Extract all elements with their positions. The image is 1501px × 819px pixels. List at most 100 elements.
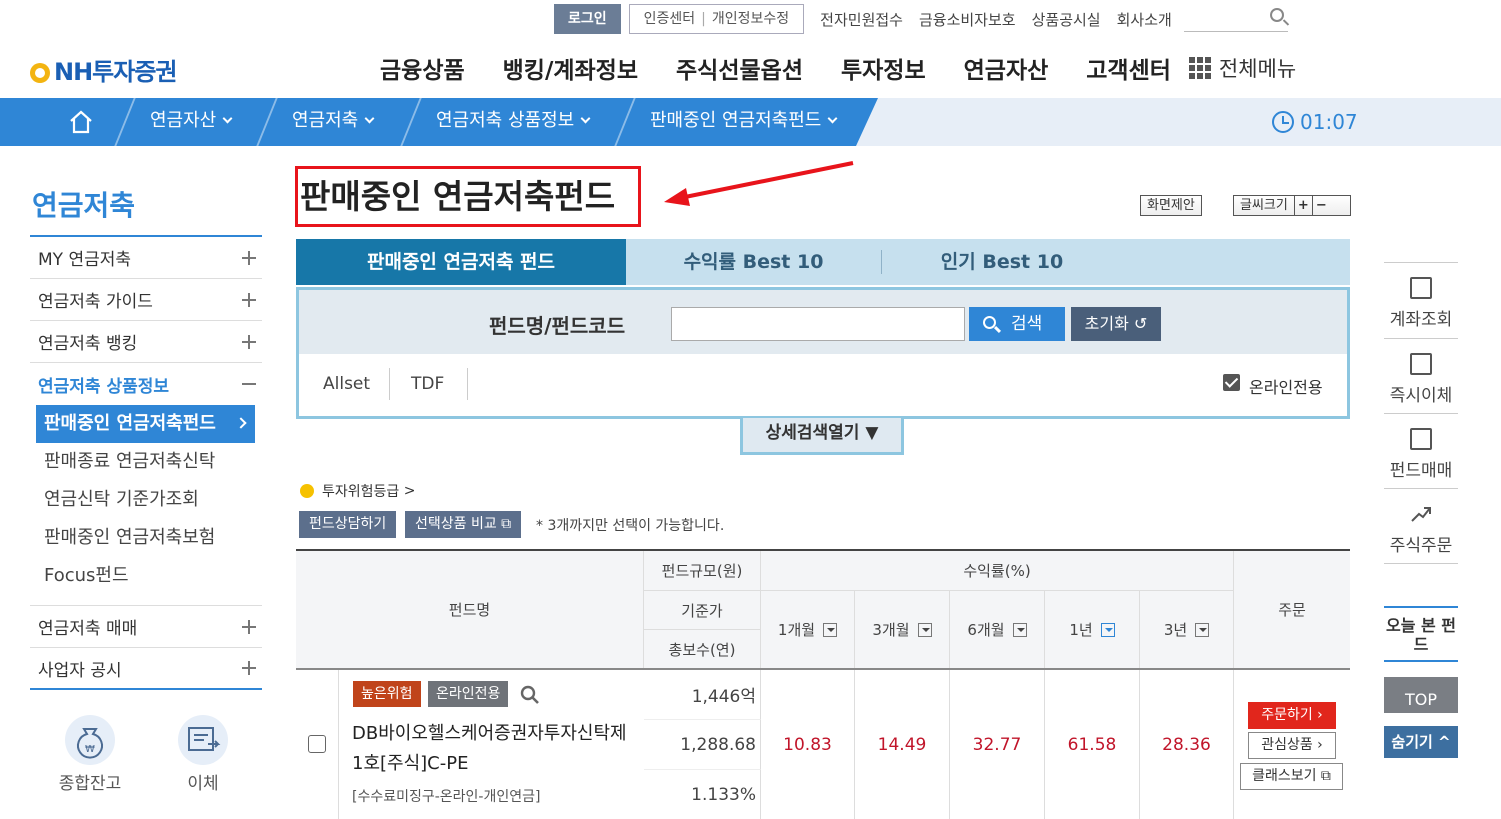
order-button[interactable]: 주문하기 ›: [1248, 702, 1336, 729]
lnb-item-my[interactable]: MY 연금저축: [30, 237, 262, 279]
search-panel: 펀드명/펀드코드 검색 초기화 ↺ Allset TDF 온라인전용: [296, 287, 1350, 419]
lnb-sub-insurance[interactable]: 판매중인 연금저축보험: [36, 519, 262, 557]
home-icon[interactable]: [68, 110, 94, 134]
right-quick-fund-trade[interactable]: 펀드매매: [1384, 413, 1458, 488]
interest-button[interactable]: 관심상품 ›: [1248, 732, 1336, 759]
cell-return-1m: 10.83: [761, 670, 855, 819]
util-link-about[interactable]: 회사소개: [1117, 9, 1172, 30]
sort-icon[interactable]: [1100, 622, 1115, 637]
gnb-invest-info[interactable]: 투자정보: [841, 51, 926, 85]
privacy-link[interactable]: 개인정보수정: [712, 11, 789, 27]
util-link-complaint[interactable]: 전자민원접수: [820, 9, 903, 30]
right-quick-transfer[interactable]: 즉시이체: [1384, 338, 1458, 413]
gnb-support[interactable]: 고객센터: [1086, 51, 1171, 85]
online-only-label: 온라인전용: [1249, 378, 1323, 397]
lnb-item-guide[interactable]: 연금저축 가이드: [30, 279, 262, 321]
search-icon[interactable]: [1269, 8, 1284, 22]
all-menu-button[interactable]: 전체메뉴: [1188, 53, 1296, 83]
fund-search-input[interactable]: [671, 307, 965, 341]
download-icon: [1410, 428, 1432, 450]
top-search-input[interactable]: [1183, 6, 1288, 32]
plus-icon: [242, 250, 256, 265]
th-order: 주문: [1234, 551, 1350, 669]
sort-icon[interactable]: [917, 622, 932, 637]
plus-icon: [242, 661, 256, 675]
advanced-search-toggle[interactable]: 상세검색열기 ▼: [740, 418, 904, 455]
th-period-1m[interactable]: 1개월: [761, 591, 855, 669]
breadcrumb-item-pension[interactable]: 연금자산: [150, 98, 233, 146]
logo-text: NH투자증권: [54, 58, 177, 86]
chevron-down-icon: [827, 113, 838, 124]
lnb-item-banking[interactable]: 연금저축 뱅킹: [30, 321, 262, 363]
session-timer: 01:07: [1272, 110, 1358, 134]
font-size-control: 글씨크기 + −: [1233, 195, 1351, 216]
right-quick-stock-order[interactable]: 주식주문: [1384, 488, 1458, 564]
fund-class-desc: [수수료미징구-온라인-개인연금]: [352, 789, 541, 805]
scroll-top-button[interactable]: TOP: [1384, 677, 1458, 713]
lnb-sub-selling-funds[interactable]: 판매중인 연금저축펀드: [36, 405, 255, 443]
cell-return-3y: 28.36: [1140, 670, 1234, 819]
th-period-1y[interactable]: 1년: [1045, 591, 1140, 669]
tab-popular-best10[interactable]: 인기 Best 10: [882, 239, 1122, 285]
screen-suggest-button[interactable]: 화면제안: [1140, 195, 1202, 216]
logo[interactable]: NH투자증권: [28, 52, 177, 87]
badge-online-only: 온라인전용: [428, 681, 509, 707]
reset-button[interactable]: 초기화 ↺: [1071, 307, 1161, 341]
font-size-label: 글씨크기: [1240, 198, 1288, 213]
th-period-3y[interactable]: 3년: [1140, 591, 1234, 669]
cert-center-link[interactable]: 인증센터: [644, 11, 696, 27]
plus-icon: [242, 292, 256, 307]
lnb-sub-trust-price[interactable]: 연금신탁 기준가조회: [36, 481, 262, 519]
sort-icon[interactable]: [1012, 622, 1027, 637]
font-size-minus-button[interactable]: −: [1311, 196, 1330, 215]
bulb-icon: [300, 484, 314, 498]
chevron-right-icon: [235, 417, 247, 429]
svg-text:₩: ₩: [85, 744, 95, 755]
lnb-item-product-info[interactable]: 연금저축 상품정보: [30, 363, 262, 405]
lnb-title: 연금저축: [32, 189, 136, 222]
util-link-consumer[interactable]: 금융소비자보호: [919, 9, 1016, 30]
lnb-sub-focus[interactable]: Focus펀드: [36, 557, 262, 595]
transfer-icon: [1410, 353, 1432, 375]
filter-chip-allset[interactable]: Allset: [323, 374, 370, 394]
breadcrumb-item-savings[interactable]: 연금저축: [292, 98, 375, 146]
lnb-item-disclosure[interactable]: 사업자 공시: [30, 648, 262, 690]
th-period-3m[interactable]: 3개월: [855, 591, 950, 669]
compare-button[interactable]: 선택상품 비교 ⧉: [405, 511, 522, 538]
left-nav: MY 연금저축 연금저축 가이드 연금저축 뱅킹 연금저축 상품정보 판매중인 …: [30, 235, 262, 690]
filter-chip-tdf[interactable]: TDF: [411, 374, 444, 394]
transfer-icon: [178, 715, 228, 765]
class-view-button[interactable]: 클래스보기 ⧉: [1240, 763, 1343, 790]
online-only-checkbox[interactable]: [1223, 374, 1240, 391]
lnb-sub-ended-trust[interactable]: 판매종료 연금저축신탁: [36, 443, 262, 481]
gnb-products[interactable]: 금융상품: [380, 51, 465, 85]
quick-balance[interactable]: ₩ 종합잔고: [50, 715, 130, 794]
risk-grade-link[interactable]: 투자위험등급 >: [300, 481, 415, 501]
breadcrumb-item-product-info[interactable]: 연금저축 상품정보: [436, 98, 591, 146]
fund-select-checkbox[interactable]: [308, 735, 326, 753]
sort-icon[interactable]: [1195, 622, 1210, 637]
login-button[interactable]: 로그인: [554, 4, 621, 34]
breadcrumb-item-current[interactable]: 판매중인 연금저축펀드: [650, 98, 838, 146]
util-link-disclosure[interactable]: 상품공시실: [1032, 9, 1101, 30]
chevron-down-icon: [364, 113, 375, 124]
sort-icon[interactable]: [823, 622, 838, 637]
font-size-plus-button[interactable]: +: [1293, 196, 1312, 215]
hide-quick-button[interactable]: 숨기기 ^: [1384, 726, 1458, 758]
global-nav: 금융상품 뱅킹/계좌정보 주식선물옵션 투자정보 연금자산 고객센터 전체메뉴: [380, 50, 1296, 86]
fund-name-link[interactable]: DB바이오헬스케어증권자투자신탁제1호[주식]C-PE: [352, 719, 632, 779]
tab-selling-funds[interactable]: 판매중인 연금저축 펀드: [296, 239, 626, 295]
th-total-fee: 총보수(연): [644, 630, 761, 669]
consult-button[interactable]: 펀드상담하기: [299, 511, 397, 538]
gnb-banking[interactable]: 뱅킹/계좌정보: [503, 51, 638, 85]
lnb-item-trade[interactable]: 연금저축 매매: [30, 606, 262, 648]
search-button[interactable]: 검색: [969, 307, 1065, 341]
magnifier-icon[interactable]: [520, 685, 540, 705]
th-period-6m[interactable]: 6개월: [950, 591, 1045, 669]
tab-return-best10[interactable]: 수익률 Best 10: [626, 239, 881, 285]
gnb-pension[interactable]: 연금자산: [964, 51, 1049, 85]
gnb-stocks[interactable]: 주식선물옵션: [676, 51, 803, 85]
right-quick-account[interactable]: 계좌조회: [1384, 262, 1458, 338]
quick-transfer[interactable]: 이체: [163, 715, 243, 794]
recently-viewed-funds[interactable]: 오늘 본 펀드: [1384, 606, 1458, 662]
